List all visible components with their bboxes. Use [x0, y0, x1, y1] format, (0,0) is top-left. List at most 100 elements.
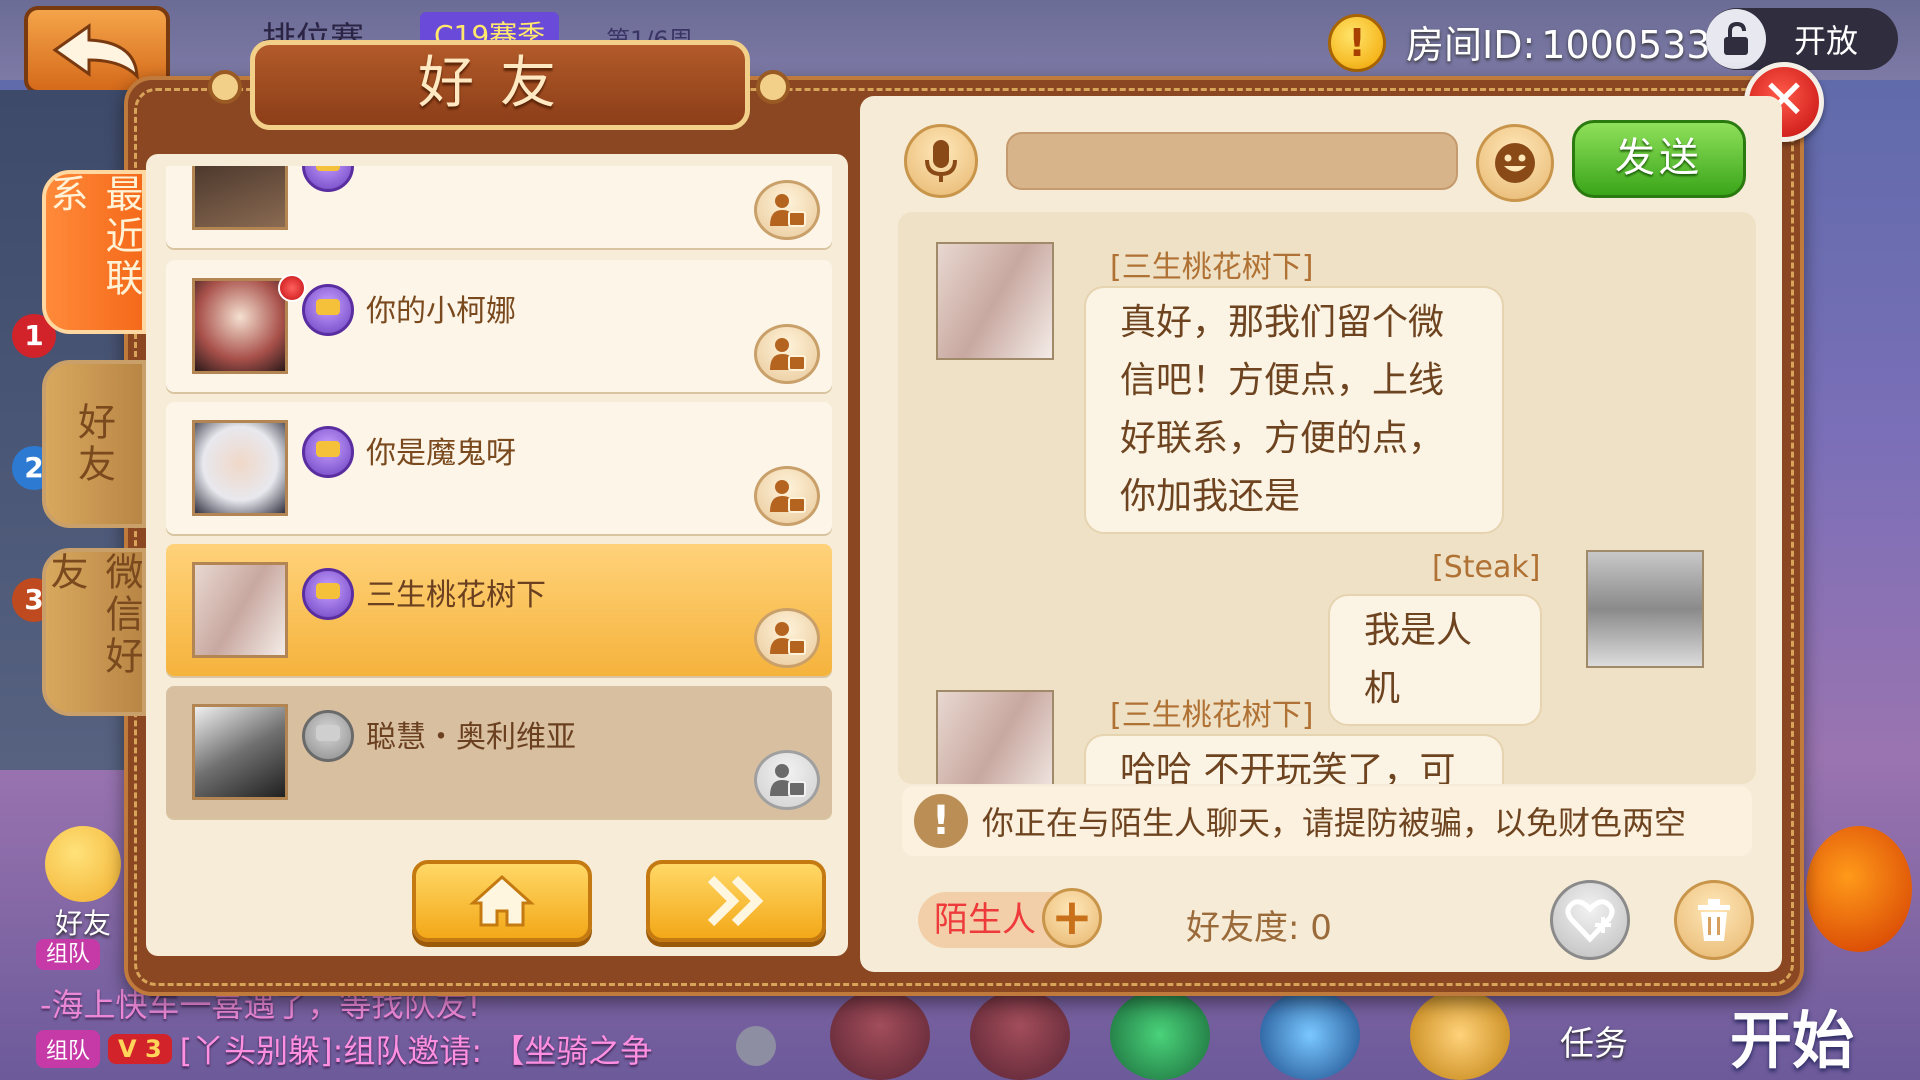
sender-name: [Steak] [1432, 550, 1541, 585]
message-line: 你加我还是 [1120, 476, 1301, 517]
tab-label: 微信好友 [44, 552, 143, 678]
sender-avatar [936, 242, 1054, 360]
friend-row[interactable]: 你是魔鬼呀 [166, 402, 832, 534]
room-open-toggle[interactable]: 开放 [1706, 8, 1898, 70]
tab-label: 最近联系 [44, 174, 143, 300]
vip-badge-icon [302, 710, 354, 762]
room-id-value: 1000533 [1541, 23, 1711, 67]
avatar [192, 420, 288, 516]
message-line: 我是人机 [1364, 610, 1473, 709]
vip-level-tag: V 3 [108, 1034, 172, 1064]
message-bubble: 我是人机 [1328, 594, 1542, 726]
skill-50pct-icon[interactable] [970, 990, 1070, 1080]
delete-button[interactable] [1674, 880, 1754, 960]
profile-card-icon [770, 194, 806, 227]
unread-dot [278, 274, 306, 302]
profile-card-icon [770, 338, 806, 371]
friend-face-icon [45, 826, 121, 902]
message-bubble: 哈哈 不开玩笑了，可 [1084, 734, 1504, 784]
exclamation-icon: ! [914, 794, 968, 848]
vip-badge-icon [302, 426, 354, 478]
friend-row[interactable] [166, 166, 832, 248]
room-id: 房间ID: 1000533 [1400, 14, 1711, 69]
home-button[interactable] [412, 860, 592, 942]
skill-snowflake-icon[interactable] [1260, 990, 1360, 1080]
task-button[interactable]: 任务 [1560, 1016, 1628, 1065]
title-knob-left [208, 70, 242, 104]
tab-friends[interactable]: 好友 [42, 360, 146, 528]
intimacy-label: 好友度: [1186, 908, 1300, 948]
friend-row-selected[interactable]: 三生桃花树下 [166, 544, 832, 676]
vip-badge-icon [302, 284, 354, 336]
message-bubble: 真好，那我们留个微 信吧！方便点，上线 好联系，方便的点， 你加我还是 [1084, 286, 1504, 534]
profile-card-icon [770, 480, 806, 513]
send-gift-button[interactable] [1550, 880, 1630, 960]
avatar [192, 166, 288, 230]
dialog-title: 好友 [250, 40, 750, 130]
friend-name: 你是魔鬼呀 [366, 436, 516, 471]
room-id-label: 房间ID: [1406, 23, 1536, 67]
heart-plus-icon [1565, 899, 1615, 943]
profile-button[interactable] [754, 466, 820, 526]
message-line: 信吧！方便点，上线 [1120, 360, 1445, 401]
title-knob-right [756, 70, 790, 104]
friend-name: 三生桃花树下 [366, 578, 546, 613]
notice-icon[interactable]: ! [1328, 14, 1386, 72]
emoji-button[interactable] [1476, 124, 1554, 202]
message-line: 哈哈 不开玩笑了，可 [1120, 750, 1456, 784]
sender-name: [三生桃花树下] [1110, 250, 1314, 285]
intimacy: 好友度: 0 [1186, 900, 1332, 949]
add-friend-button[interactable]: + [1042, 888, 1102, 948]
world-chat-text-2: [丫头别躲]:组队邀请: 【坐骑之争 [179, 1032, 653, 1070]
intimacy-value: 0 [1310, 908, 1332, 948]
next-page-button[interactable] [646, 860, 826, 942]
friend-name: 你的小柯娜 [366, 294, 516, 329]
team-tag: 组队 [36, 939, 101, 970]
tab-label: 好友 [71, 402, 116, 486]
message-line: 好联系，方便的点， [1120, 418, 1445, 459]
skill-gold-icon[interactable] [1410, 990, 1510, 1080]
profile-button[interactable] [754, 180, 820, 240]
message-input[interactable] [1006, 132, 1458, 190]
smiley-icon [1495, 143, 1535, 183]
voice-button[interactable] [904, 124, 978, 198]
skill-plus2-icon[interactable] [830, 990, 930, 1080]
double-chevron-right-icon [707, 875, 764, 927]
friend-list[interactable]: 你的小柯娜 你是魔鬼呀 三生桃花树下 聪慧・奥利维亚 [162, 166, 836, 846]
team-tag: 组队 [36, 1030, 101, 1068]
avatar [192, 278, 288, 374]
scam-warning-text: 你正在与陌生人聊天，请提防被骗，以免财色两空 [982, 804, 1687, 842]
back-arrow-icon [52, 23, 139, 80]
vip-badge-icon [302, 568, 354, 620]
start-button[interactable]: 开始 [1730, 990, 1854, 1080]
gear-icon[interactable] [736, 1026, 776, 1066]
profile-button[interactable] [754, 324, 820, 384]
sender-name: [三生桃花树下] [1110, 698, 1314, 733]
microphone-icon [925, 140, 957, 182]
tab-recent-contacts[interactable]: 最近联系 [42, 170, 146, 334]
unlock-icon [1706, 9, 1766, 69]
friend-hud-button[interactable]: 好友 [38, 826, 128, 940]
home-icon [469, 874, 535, 927]
mascot-monster-icon [1806, 826, 1912, 952]
tab-wechat-friends[interactable]: 微信好友 [42, 548, 146, 716]
message-line: 真好，那我们留个微 [1120, 302, 1445, 343]
send-button[interactable]: 发送 [1572, 120, 1746, 198]
friend-row[interactable]: 你的小柯娜 [166, 260, 832, 392]
profile-button[interactable] [754, 750, 820, 810]
friend-name: 聪慧・奥利维亚 [366, 720, 576, 755]
sender-avatar [936, 690, 1054, 784]
vip-badge-icon [302, 166, 354, 192]
friend-row-offline[interactable]: 聪慧・奥利维亚 [166, 686, 832, 818]
open-label: 开放 [1794, 22, 1859, 60]
avatar [192, 704, 288, 800]
profile-button[interactable] [754, 608, 820, 668]
team-chat-line-2: 组队 V 3 [丫头别躲]:组队邀请: 【坐骑之争 [36, 1026, 652, 1072]
message-list[interactable]: [三生桃花树下] 真好，那我们留个微 信吧！方便点，上线 好联系，方便的点， 你… [898, 212, 1756, 784]
profile-card-icon [770, 764, 806, 797]
skill-green-icon[interactable] [1110, 990, 1210, 1080]
team-chat-line-1: 组队 [36, 936, 101, 970]
trash-icon [1698, 899, 1730, 941]
avatar [192, 562, 288, 658]
profile-card-icon [770, 622, 806, 655]
